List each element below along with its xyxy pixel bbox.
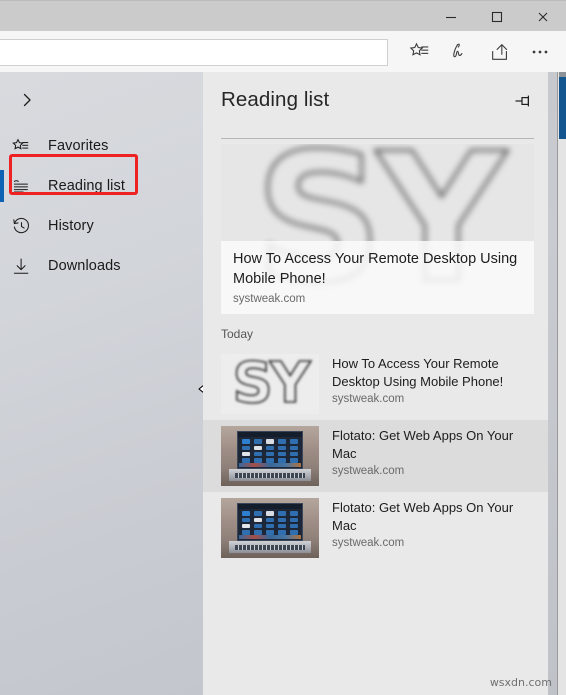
edge-browser-window: Favorites Reading list History Downloads…	[0, 0, 566, 695]
list-item[interactable]: SY How To Access Your Remote Desktop Usi…	[203, 348, 548, 420]
hub-nav-list: Favorites Reading list History Downloads	[0, 126, 203, 286]
laptop-menubar	[237, 432, 303, 438]
close-button[interactable]	[520, 1, 566, 32]
expand-hub-button[interactable]	[6, 84, 48, 120]
sidebar-item-label: Reading list	[48, 178, 125, 194]
laptop-screen	[236, 503, 304, 541]
title-bar	[0, 0, 566, 31]
address-input[interactable]	[0, 40, 387, 65]
laptop-dock	[238, 535, 302, 540]
pin-pane-button[interactable]	[513, 93, 535, 113]
laptop-app-grid	[241, 511, 299, 535]
sidebar-item-favorites[interactable]: Favorites	[0, 126, 203, 166]
featured-overlay: How To Access Your Remote Desktop Using …	[221, 241, 534, 314]
more-button[interactable]	[520, 33, 560, 71]
list-item-domain: systweak.com	[332, 392, 405, 405]
minimize-icon	[444, 10, 458, 24]
reading-list-icon	[12, 177, 42, 196]
panel-divider	[221, 138, 534, 139]
reading-list-panel: Reading list SY How To Access Your Remot…	[203, 72, 548, 695]
group-label-today: Today	[221, 327, 254, 341]
web-note-button[interactable]	[440, 33, 480, 71]
panel-header: Reading list	[203, 72, 548, 139]
address-bar[interactable]	[0, 39, 388, 66]
sidebar-item-label: History	[48, 218, 94, 234]
list-item-text: Flotato: Get Web Apps On Your Mac systwe…	[332, 426, 536, 477]
featured-reading-item[interactable]: SY How To Access Your Remote Desktop Usi…	[221, 144, 534, 314]
page-title: Reading list	[221, 88, 330, 111]
pin-icon	[514, 93, 534, 114]
list-item-thumbnail	[221, 426, 319, 486]
history-icon	[12, 217, 42, 236]
list-item-title: Flotato: Get Web Apps On Your Mac	[332, 500, 514, 533]
laptop-menubar	[237, 504, 303, 510]
more-icon	[529, 41, 551, 63]
favorites-button[interactable]	[400, 33, 440, 71]
list-item-text: Flotato: Get Web Apps On Your Mac systwe…	[332, 498, 536, 549]
hub-container: Favorites Reading list History Downloads…	[0, 72, 566, 695]
sidebar-item-history[interactable]: History	[0, 206, 203, 246]
laptop-screen	[236, 431, 304, 469]
maximize-icon	[490, 10, 504, 24]
downloads-icon	[12, 257, 42, 276]
web-note-icon	[449, 41, 471, 63]
panel-body[interactable]: SY How To Access Your Remote Desktop Usi…	[203, 144, 548, 695]
favorites-icon	[12, 137, 42, 156]
laptop-keyboard	[234, 544, 306, 550]
maximize-button[interactable]	[474, 1, 520, 32]
list-item-domain: systweak.com	[332, 536, 405, 549]
chevron-right-icon	[19, 92, 35, 113]
sidebar-item-reading-list[interactable]: Reading list	[0, 166, 203, 206]
list-item-title: Flotato: Get Web Apps On Your Mac	[332, 428, 514, 461]
list-item-title: How To Access Your Remote Desktop Using …	[332, 356, 504, 389]
watermark: wsxdn.com	[489, 676, 552, 689]
list-item-domain: systweak.com	[332, 464, 405, 477]
background-window-accent	[559, 77, 566, 139]
sidebar-item-downloads[interactable]: Downloads	[0, 246, 203, 286]
laptop-app-grid	[241, 439, 299, 463]
list-item[interactable]: Flotato: Get Web Apps On Your Mac systwe…	[203, 492, 548, 564]
share-button[interactable]	[480, 33, 520, 71]
list-item[interactable]: Flotato: Get Web Apps On Your Mac systwe…	[203, 420, 548, 492]
share-icon	[489, 41, 511, 63]
list-item-text: How To Access Your Remote Desktop Using …	[332, 354, 536, 405]
laptop-keyboard	[234, 472, 306, 478]
list-item-thumbnail: SY	[221, 354, 319, 414]
featured-domain: systweak.com	[233, 293, 306, 305]
list-item-thumbnail	[221, 498, 319, 558]
background-window-strip	[557, 72, 566, 695]
favorites-icon	[409, 41, 431, 63]
featured-title: How To Access Your Remote Desktop Using …	[233, 251, 518, 288]
hub-sidebar: Favorites Reading list History Downloads	[0, 72, 216, 695]
sidebar-item-label: Downloads	[48, 258, 121, 274]
close-icon	[536, 10, 550, 24]
list-item-logo-text: SY	[232, 354, 311, 414]
laptop-dock	[238, 463, 302, 468]
toolbar-actions	[400, 31, 560, 72]
minimize-button[interactable]	[428, 1, 474, 32]
sidebar-item-label: Favorites	[48, 138, 109, 154]
